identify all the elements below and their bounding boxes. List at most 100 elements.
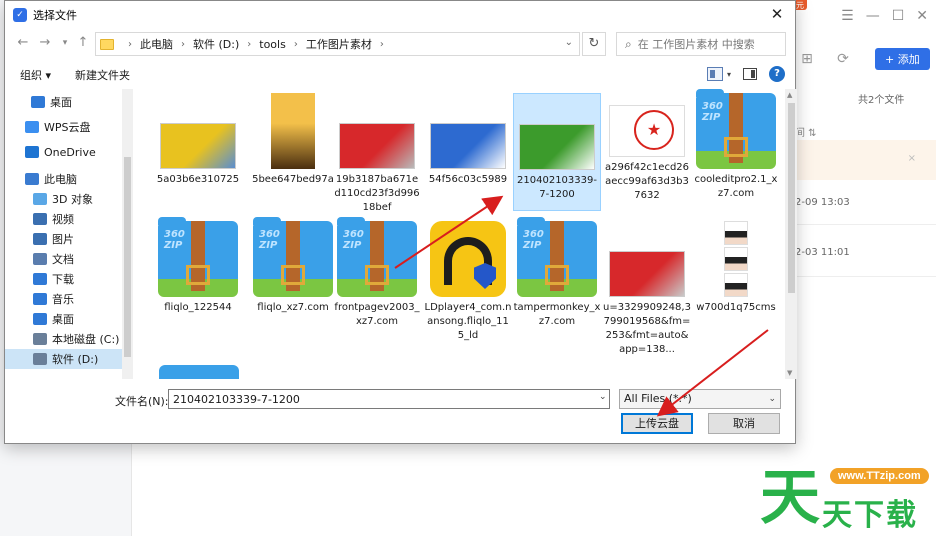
file-name: 5a03b6e310725	[156, 174, 240, 185]
scrollbar-thumb[interactable]	[124, 157, 131, 357]
nav-item[interactable]: 音乐	[33, 289, 74, 309]
chevron-down-icon[interactable]: ⌄	[599, 392, 607, 402]
address-bar[interactable]: › 此电脑 › 软件 (D:) › tools › 工作图片素材 › ⌄	[95, 32, 580, 56]
file-item[interactable]: 5bee647bed97a	[249, 93, 337, 211]
file-item[interactable]: ★ a296f42c1ecd26aecc99af63d3b37632	[603, 93, 691, 211]
file-type-value: All Files (*.*)	[624, 392, 692, 405]
file-item[interactable]: u=3329909248,3799019568&fm=253&fmt=auto&…	[603, 221, 691, 355]
nav-item-label: 视频	[52, 213, 74, 226]
nav-item[interactable]: 软件 (D:)	[5, 349, 122, 369]
file-name: cooleditpro2.1_xz7.com	[694, 174, 778, 199]
nav-item[interactable]: 本地磁盘 (C:)	[33, 329, 119, 349]
file-open-dialog: ✓ 选择文件 ✕ ← → ▾ ↑ › 此电脑 › 软件 (D:) › tools…	[4, 0, 797, 444]
add-button[interactable]: + 添加	[875, 48, 930, 70]
chevron-right-icon[interactable]: ›	[181, 39, 185, 50]
cancel-button[interactable]: 取消	[708, 413, 780, 434]
refresh-button[interactable]: ↻	[582, 32, 606, 56]
nav-item-label: 3D 对象	[52, 193, 93, 206]
new-folder-button[interactable]: 新建文件夹	[75, 67, 130, 83]
chevron-down-icon: ⌄	[768, 394, 776, 404]
file-name: fliqlo_122544	[164, 302, 232, 313]
desktop-icon	[33, 313, 47, 325]
zip-archive-icon[interactable]	[159, 365, 239, 379]
scrollbar-thumb[interactable]	[788, 103, 795, 293]
banner-close-icon[interactable]: ×	[908, 153, 916, 164]
drive-icon	[33, 333, 47, 345]
nav-item[interactable]: 此电脑	[25, 169, 77, 189]
search-field[interactable]: ⌕	[616, 32, 786, 56]
nav-item[interactable]: WPS云盘	[25, 117, 91, 137]
sort-header[interactable]: 间 ⇅	[795, 124, 817, 139]
breadcrumb-drive-d[interactable]: 软件 (D:)	[193, 36, 239, 52]
dialog-title: 选择文件	[33, 8, 77, 22]
search-input[interactable]	[637, 37, 768, 51]
back-icon[interactable]: ←	[15, 35, 31, 50]
new-folder-icon[interactable]: ⊞	[797, 49, 817, 69]
preview-pane-icon[interactable]	[743, 68, 757, 80]
menu-icon[interactable]: ☰	[841, 8, 854, 24]
file-item[interactable]: 360 ZIP frontpagev2003_xz7.com	[333, 217, 421, 339]
nav-item[interactable]: 桌面	[31, 92, 72, 112]
file-item[interactable]: 360 ZIP cooleditpro2.1_xz7.com	[692, 89, 780, 211]
file-item[interactable]: 54f56c03c5989	[424, 93, 512, 211]
file-item[interactable]: LDplayer4_com.nansong.fliqlo_115_ld	[424, 221, 512, 341]
nav-item[interactable]: 视频	[33, 209, 74, 229]
image-thumbnail	[160, 123, 236, 169]
chevron-down-icon[interactable]: ▾	[727, 70, 731, 79]
recent-dropdown-icon[interactable]: ▾	[57, 38, 73, 48]
nav-item[interactable]: 下载	[33, 269, 74, 289]
zip-archive-icon: 360 ZIP	[158, 217, 238, 297]
view-mode-icon[interactable]	[706, 67, 723, 81]
breadcrumb-this-pc[interactable]: 此电脑	[140, 36, 173, 52]
help-icon[interactable]: ?	[769, 66, 785, 82]
portrait-photos-thumbnail	[724, 221, 748, 297]
up-icon[interactable]: ↑	[75, 35, 91, 50]
file-item[interactable]: 360 ZIP fliqlo_122544	[154, 217, 242, 339]
filename-input[interactable]	[168, 389, 610, 409]
folder-icon	[100, 38, 114, 50]
maximize-icon[interactable]: ☐	[892, 8, 905, 24]
chevron-right-icon[interactable]: ›	[128, 39, 132, 50]
background-toolbar: ⊞ ⟳ + 添加	[797, 48, 936, 70]
forward-icon[interactable]: →	[37, 35, 53, 50]
sync-icon[interactable]: ⟳	[833, 49, 853, 69]
nav-item[interactable]: 3D 对象	[33, 189, 93, 209]
file-type-select[interactable]: All Files (*.*) ⌄	[619, 389, 781, 409]
chevron-right-icon[interactable]: ›	[294, 39, 298, 50]
nav-item-label: WPS云盘	[44, 121, 91, 134]
organize-menu[interactable]: 组织 ▾	[20, 67, 51, 83]
nav-item[interactable]: 图片	[33, 229, 74, 249]
file-item[interactable]: w700d1q75cms	[692, 221, 780, 339]
breadcrumb-current-folder[interactable]: 工作图片素材	[306, 36, 372, 52]
chevron-right-icon[interactable]: ›	[380, 39, 384, 50]
file-name: frontpagev2003_xz7.com	[334, 302, 420, 327]
minimize-icon[interactable]: —	[866, 8, 880, 24]
nav-item[interactable]: 桌面	[33, 309, 74, 329]
nav-item[interactable]: OneDrive	[25, 142, 96, 162]
close-icon[interactable]: ✕	[916, 8, 928, 24]
music-icon	[33, 293, 47, 305]
notice-banner: ×	[795, 140, 936, 180]
video-icon	[33, 213, 47, 225]
file-item[interactable]: 5a03b6e310725	[154, 93, 242, 211]
scroll-down-icon[interactable]: ▼	[787, 369, 792, 377]
scroll-up-icon[interactable]: ▲	[787, 91, 792, 99]
nav-item-label: 音乐	[52, 293, 74, 306]
file-name: u=3329909248,3799019568&fm=253&fmt=auto&…	[603, 302, 691, 355]
image-thumbnail	[609, 251, 685, 297]
chevron-right-icon[interactable]: ›	[247, 39, 251, 50]
zip-archive-icon: 360 ZIP	[696, 89, 776, 169]
file-item[interactable]: 210402103339-7-1200	[513, 93, 601, 211]
upload-button[interactable]: 上传云盘	[621, 413, 693, 434]
nav-scrollbar[interactable]	[122, 89, 133, 379]
breadcrumb-tools[interactable]: tools	[259, 38, 286, 51]
file-scrollbar[interactable]: ▲ ▼	[785, 89, 797, 379]
file-name: fliqlo_xz7.com	[257, 302, 329, 313]
close-icon[interactable]: ✕	[767, 5, 787, 23]
nav-item[interactable]: 文档	[33, 249, 74, 269]
file-item[interactable]: 19b3187ba671ed110cd23f3d99618bef	[333, 93, 421, 213]
file-item[interactable]: 360 ZIP fliqlo_xz7.com	[249, 217, 337, 339]
file-item[interactable]: 360 ZIP tampermonkey_xz7.com	[513, 217, 601, 339]
file-name: w700d1q75cms	[696, 302, 776, 313]
chevron-down-icon[interactable]: ⌄	[565, 37, 573, 48]
